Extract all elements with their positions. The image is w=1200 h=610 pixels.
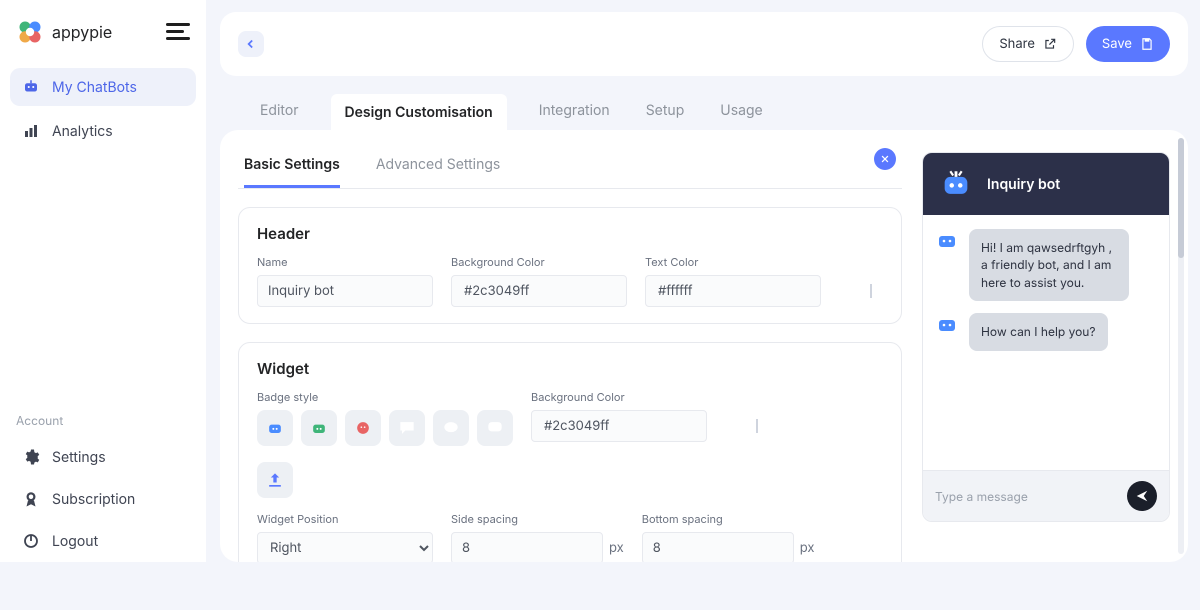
sidebar-item-label: My ChatBots (52, 79, 137, 96)
badge-option-bubble3[interactable] (477, 410, 513, 446)
subtab-basic[interactable]: Basic Settings (244, 148, 340, 188)
work-panel: Basic Settings Advanced Settings Header … (220, 130, 1188, 562)
widget-position-label: Widget Position (257, 512, 433, 526)
header-text-color-input[interactable] (645, 275, 821, 307)
brand-logo-icon (16, 18, 44, 46)
tab-usage[interactable]: Usage (716, 94, 766, 130)
header-text-swatch[interactable] (870, 284, 872, 298)
side-spacing-input[interactable] (451, 532, 603, 562)
name-label: Name (257, 255, 433, 269)
widget-bg-swatch[interactable] (756, 419, 758, 433)
preview-message: How can I help you? (935, 313, 1157, 350)
sidebar-item-analytics[interactable]: Analytics (10, 112, 196, 150)
power-icon (22, 532, 40, 550)
badge-style-label: Badge style (257, 390, 513, 404)
widget-bg-color-text[interactable] (542, 417, 748, 435)
preview-input-placeholder[interactable]: Type a message (935, 489, 1117, 504)
preview-message: Hi! I am qawsedrftgyh , a friendly bot, … (935, 229, 1157, 301)
share-icon (1043, 37, 1057, 51)
sidebar-item-label: Logout (52, 533, 98, 550)
bot-avatar-icon (935, 313, 959, 337)
header-card-title: Header (257, 224, 883, 243)
main-tabs: Editor Design Customisation Integration … (220, 76, 1188, 130)
text-color-label: Text Color (645, 255, 821, 269)
widget-position-select[interactable]: Right (257, 532, 433, 562)
sidebar-item-logout[interactable]: Logout (10, 520, 196, 562)
badge-upload-button[interactable] (257, 462, 293, 498)
upload-icon (265, 470, 285, 490)
sidebar-item-settings[interactable]: Settings (10, 436, 196, 478)
sidebar: appypie My ChatBots Analytics Account (0, 0, 206, 562)
badge-option-bot3[interactable] (345, 410, 381, 446)
brand-name: appypie (52, 22, 112, 42)
message-bubble: Hi! I am qawsedrftgyh , a friendly bot, … (969, 229, 1129, 301)
preview-title: Inquiry bot (987, 176, 1060, 193)
sidebar-item-label: Settings (52, 449, 106, 466)
share-button[interactable]: Share (982, 26, 1074, 62)
preview-footer: Type a message (923, 470, 1169, 521)
bot-avatar-icon (935, 229, 959, 253)
back-button[interactable] (238, 31, 264, 57)
send-icon (1135, 489, 1149, 503)
side-spacing-label: Side spacing (451, 512, 624, 526)
save-icon (1140, 37, 1154, 51)
bot-icon (22, 78, 40, 96)
bottom-spacing-label: Bottom spacing (642, 512, 815, 526)
close-panel-button[interactable] (874, 148, 896, 170)
header-bg-color-text[interactable] (462, 282, 668, 300)
bottom-spacing-input[interactable] (642, 532, 794, 562)
header-bg-color-input[interactable] (451, 275, 627, 307)
save-button[interactable]: Save (1086, 26, 1170, 62)
badge-option-bot2[interactable] (301, 410, 337, 446)
tab-design[interactable]: Design Customisation (331, 94, 507, 131)
widget-card: Widget Badge style (238, 342, 902, 562)
header-text-color-text[interactable] (656, 282, 862, 300)
widget-bg-color-input[interactable] (531, 410, 707, 442)
menu-toggle-icon[interactable] (166, 23, 190, 41)
bg-label: Background Color (451, 255, 627, 269)
save-button-label: Save (1102, 36, 1132, 52)
header-card: Header Name Background Color (238, 207, 902, 324)
tab-setup[interactable]: Setup (642, 94, 689, 130)
chat-preview: Inquiry bot Hi! I am qawsedrftgyh , a fr… (922, 152, 1170, 522)
main-area: Share Save Editor Design Customisation I… (206, 0, 1200, 562)
account-section-label: Account (10, 403, 196, 436)
tab-integration[interactable]: Integration (535, 94, 614, 130)
topbar: Share Save (220, 12, 1188, 76)
widget-card-title: Widget (257, 359, 883, 378)
badge-option-bot1[interactable] (257, 410, 293, 446)
px-suffix: px (609, 540, 624, 556)
scrollbar-thumb[interactable] (1178, 138, 1184, 258)
header-name-input[interactable] (257, 275, 433, 307)
subtabs: Basic Settings Advanced Settings (238, 148, 902, 189)
badge-option-bubble2[interactable] (433, 410, 469, 446)
badge-icon (22, 490, 40, 508)
primary-nav: My ChatBots Analytics (10, 68, 196, 150)
sidebar-item-subscription[interactable]: Subscription (10, 478, 196, 520)
sidebar-item-chatbots[interactable]: My ChatBots (10, 68, 196, 106)
chevron-left-icon (244, 37, 258, 51)
subtab-advanced[interactable]: Advanced Settings (376, 148, 501, 188)
preview-header: Inquiry bot (923, 153, 1169, 215)
close-icon (880, 154, 890, 164)
share-button-label: Share (999, 36, 1035, 52)
account-nav: Settings Subscription Logout (10, 436, 196, 562)
sidebar-item-label: Analytics (52, 123, 113, 140)
sidebar-item-label: Subscription (52, 491, 135, 508)
send-button[interactable] (1127, 481, 1157, 511)
message-bubble: How can I help you? (969, 313, 1108, 350)
brand[interactable]: appypie (16, 18, 112, 46)
badge-option-bubble1[interactable] (389, 410, 425, 446)
gear-icon (22, 448, 40, 466)
scrollbar[interactable] (1178, 138, 1184, 554)
chart-icon (22, 122, 40, 140)
preview-bot-avatar-icon (939, 167, 973, 201)
px-suffix: px (800, 540, 815, 556)
widget-bg-label: Background Color (531, 390, 707, 404)
preview-column: Inquiry bot Hi! I am qawsedrftgyh , a fr… (922, 148, 1170, 562)
tab-editor[interactable]: Editor (256, 94, 303, 130)
page-footer-strip (0, 562, 1200, 610)
